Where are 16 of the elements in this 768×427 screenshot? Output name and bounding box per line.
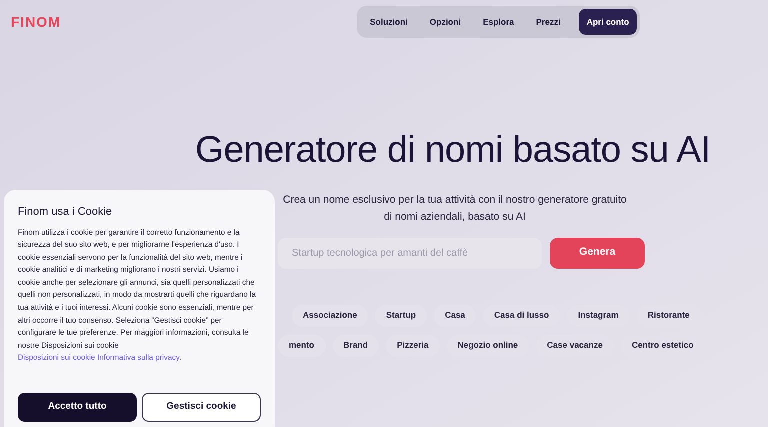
- accept-all-button[interactable]: Accetto tutto: [18, 393, 137, 422]
- hero-subtitle: Crea un nome esclusivo per la tua attività con il nostro generatore gratuito di nomi aziendali, basato su AI: [282, 192, 628, 224]
- manage-cookies-button[interactable]: Gestisci cookie: [142, 393, 261, 422]
- search-field[interactable]: Startup tecnologica per amanti del caffè: [278, 238, 542, 268]
- category-tag[interactable]: Associazione: [292, 304, 368, 326]
- category-tag[interactable]: mento: [278, 334, 326, 356]
- category-tag[interactable]: Brand: [332, 334, 380, 356]
- nav-link[interactable]: Soluzioni: [360, 16, 418, 28]
- cookie-title: Finom usa i Cookie: [18, 205, 114, 220]
- nav-link[interactable]: Opzioni: [420, 16, 472, 28]
- open-account-button[interactable]: Apri conto: [578, 9, 638, 35]
- category-tag[interactable]: Startup: [375, 304, 428, 326]
- generate-button[interactable]: Genera: [550, 238, 645, 268]
- nav-link[interactable]: Esplora: [473, 16, 524, 28]
- hero-title: Generatore di nomi basato su AI: [194, 128, 712, 172]
- nav-link[interactable]: Prezzi: [526, 16, 571, 28]
